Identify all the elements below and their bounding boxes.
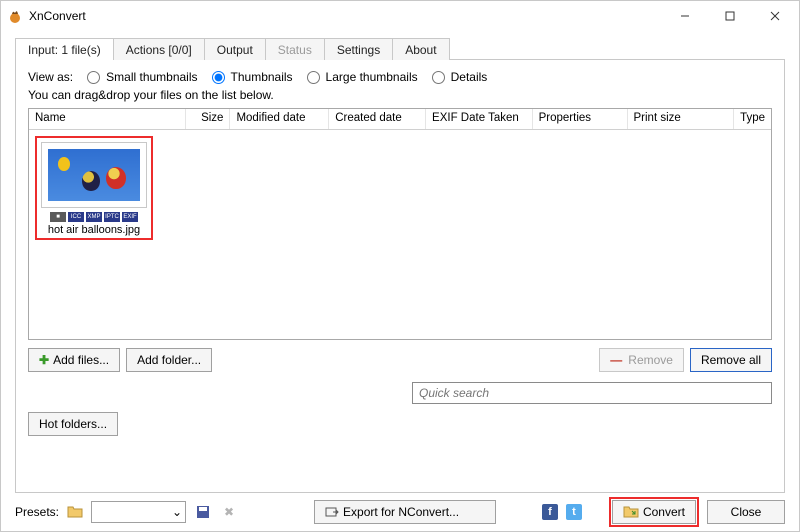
presets-label: Presets:: [15, 505, 59, 519]
thumbnail-area[interactable]: ■ ICC XMP IPTC EXIF hot air balloons.jpg: [29, 130, 771, 339]
window-title: XnConvert: [29, 9, 86, 23]
folder-open-icon[interactable]: [67, 504, 83, 521]
file-thumbnail[interactable]: ■ ICC XMP IPTC EXIF hot air balloons.jpg: [35, 136, 153, 240]
column-headers: Name Size Modified date Created date EXI…: [29, 109, 771, 130]
footer-bar: Presets: ⌄ ✖ Export for NConvert... f t …: [1, 493, 799, 531]
quick-search[interactable]: [412, 382, 772, 404]
view-as-label: View as:: [28, 70, 73, 84]
hot-folders-button[interactable]: Hot folders...: [28, 412, 118, 436]
col-modified[interactable]: Modified date: [230, 109, 329, 129]
app-icon: [7, 8, 23, 24]
file-name: hot air balloons.jpg: [41, 224, 147, 236]
col-created[interactable]: Created date: [329, 109, 426, 129]
badge-exif: EXIF: [122, 212, 138, 222]
minimize-button[interactable]: [662, 2, 707, 30]
drag-drop-hint: You can drag&drop your files on the list…: [28, 88, 772, 102]
badge-generic: ■: [50, 212, 66, 222]
thumb-frame: [41, 142, 147, 208]
col-print[interactable]: Print size: [628, 109, 735, 129]
tab-actions[interactable]: Actions [0/0]: [113, 38, 205, 60]
facebook-icon[interactable]: f: [542, 504, 558, 520]
tab-bar: Input: 1 file(s) Actions [0/0] Output St…: [15, 35, 785, 59]
presets-combo[interactable]: ⌄: [91, 501, 186, 523]
tab-status[interactable]: Status: [265, 38, 325, 60]
maximize-button[interactable]: [707, 2, 752, 30]
twitter-icon[interactable]: t: [566, 504, 582, 520]
col-properties[interactable]: Properties: [533, 109, 628, 129]
col-exif[interactable]: EXIF Date Taken: [426, 109, 533, 129]
close-button[interactable]: Close: [707, 500, 785, 524]
input-panel: View as: Small thumbnails Thumbnails Lar…: [15, 59, 785, 493]
badge-icc: ICC: [68, 212, 84, 222]
titlebar: XnConvert: [1, 1, 799, 31]
col-type[interactable]: Type: [734, 109, 771, 129]
radio-small-thumbnails[interactable]: Small thumbnails: [79, 70, 197, 84]
annotation-arrow: [199, 325, 469, 339]
close-window-button[interactable]: [752, 2, 797, 30]
remove-all-button[interactable]: Remove all: [690, 348, 772, 372]
search-input[interactable]: [412, 382, 772, 404]
view-as-row: View as: Small thumbnails Thumbnails Lar…: [28, 70, 772, 84]
plus-icon: ✚: [39, 353, 49, 367]
badge-xmp: XMP: [86, 212, 102, 222]
export-nconvert-button[interactable]: Export for NConvert...: [314, 500, 496, 524]
tab-about[interactable]: About: [392, 38, 449, 60]
convert-icon: [623, 504, 639, 521]
minus-icon: —: [610, 353, 622, 367]
remove-button[interactable]: —Remove: [599, 348, 684, 372]
tab-settings[interactable]: Settings: [324, 38, 393, 60]
save-icon[interactable]: [194, 503, 212, 521]
delete-icon[interactable]: ✖: [220, 503, 238, 521]
radio-details[interactable]: Details: [424, 70, 488, 84]
convert-button[interactable]: Convert: [612, 500, 696, 524]
add-folder-button[interactable]: Add folder...: [126, 348, 212, 372]
radio-thumbnails[interactable]: Thumbnails: [204, 70, 293, 84]
add-files-button[interactable]: ✚Add files...: [28, 348, 120, 372]
convert-highlight: Convert: [609, 497, 699, 527]
chevron-down-icon: ⌄: [172, 505, 182, 519]
file-list: Name Size Modified date Created date EXI…: [28, 108, 772, 340]
tab-input[interactable]: Input: 1 file(s): [15, 38, 114, 60]
col-name[interactable]: Name: [29, 109, 186, 129]
export-icon: [325, 506, 339, 518]
metadata-badges: ■ ICC XMP IPTC EXIF: [41, 212, 147, 222]
tab-output[interactable]: Output: [204, 38, 266, 60]
col-size[interactable]: Size: [186, 109, 230, 129]
badge-iptc: IPTC: [104, 212, 120, 222]
radio-large-thumbnails[interactable]: Large thumbnails: [299, 70, 418, 84]
thumb-preview: [48, 149, 140, 201]
